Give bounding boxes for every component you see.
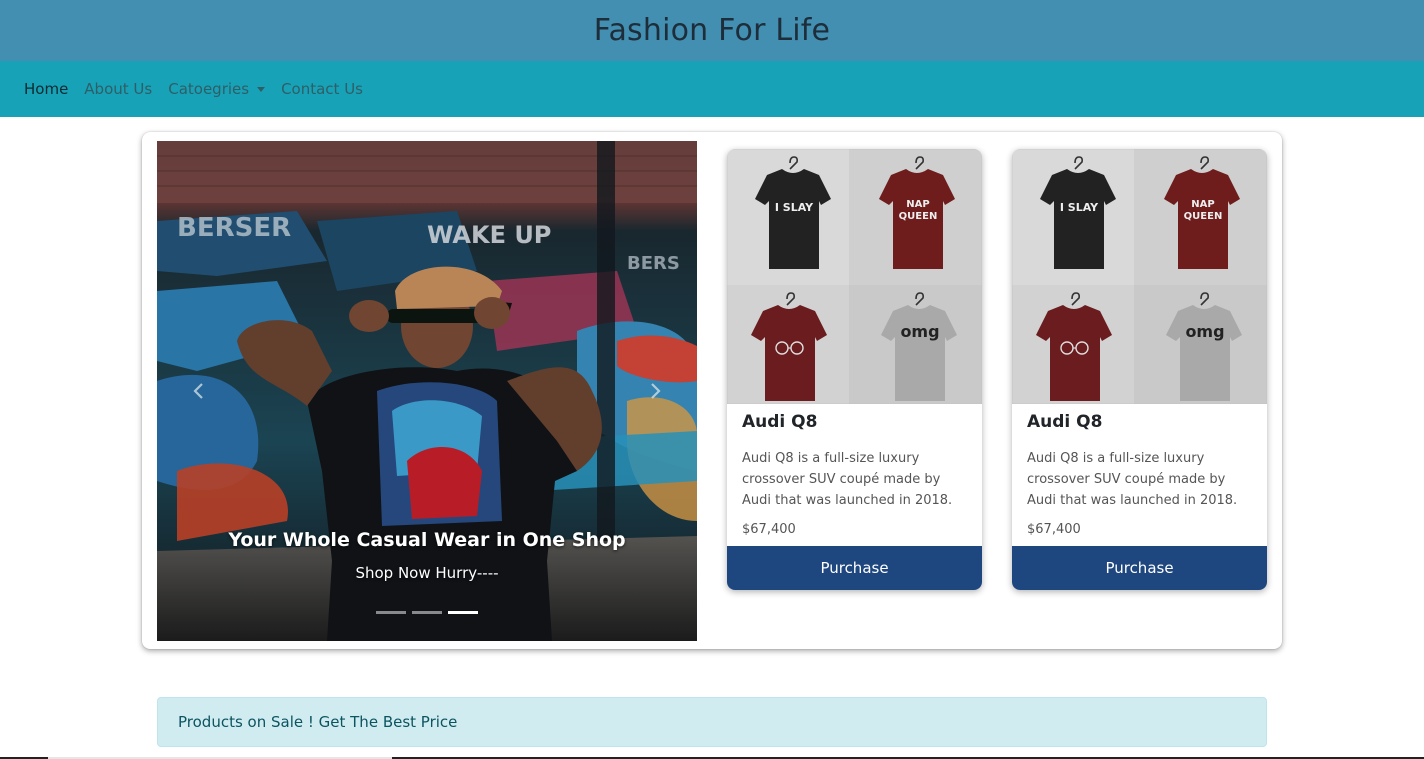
- site-title: Fashion For Life: [593, 13, 831, 48]
- card-description: Audi Q8 is a full-size luxury crossover …: [742, 451, 953, 508]
- purchase-button[interactable]: Purchase: [727, 546, 982, 590]
- shirt-print-3: QUEEN: [1184, 211, 1223, 222]
- hero-carousel[interactable]: BERSER WAKE UP BERS Your Whole Casual We…: [157, 141, 697, 641]
- product-image: I SLAY NAP QUEEN omg: [727, 149, 982, 404]
- carousel-caption-title: Your Whole Casual Wear in One Shop: [228, 529, 626, 551]
- carousel-prev-button[interactable]: [187, 377, 209, 405]
- card-title: Audi Q8: [1027, 412, 1103, 432]
- shirt-print-2: NAP: [1191, 199, 1214, 210]
- shirt-print-1: I SLAY: [775, 201, 814, 214]
- nav-home[interactable]: Home: [24, 80, 68, 98]
- product-card: I SLAY NAP QUEEN omg Audi Q8 Audi Q8 is …: [1012, 149, 1267, 590]
- carousel-indicator-3[interactable]: [448, 611, 478, 614]
- shirt-print-2: NAP: [906, 199, 929, 210]
- sale-alert: Products on Sale ! Get The Best Price: [157, 697, 1267, 747]
- shirt-print-1: I SLAY: [1060, 201, 1099, 214]
- carousel-indicator-1[interactable]: [376, 611, 406, 614]
- nav-about[interactable]: About Us: [84, 80, 152, 98]
- shirt-print-4: omg: [1185, 322, 1224, 341]
- product-image: I SLAY NAP QUEEN omg: [1012, 149, 1267, 404]
- product-card: I SLAY NAP QUEEN omg Audi Q8 Audi Q8 is …: [727, 149, 982, 590]
- chevron-right-icon: [651, 383, 661, 399]
- site-header: Fashion For Life: [0, 0, 1424, 61]
- carousel-next-button[interactable]: [645, 377, 667, 405]
- chevron-left-icon: [193, 383, 203, 399]
- main-navbar: Home About Us Catoegries Contact Us: [0, 61, 1424, 117]
- card-title: Audi Q8: [742, 412, 818, 432]
- card-price: $67,400: [742, 522, 796, 537]
- carousel-indicators: [157, 611, 697, 614]
- nav-categories-label: Catoegries: [168, 80, 250, 98]
- shirt-print-4: omg: [900, 322, 939, 341]
- shirt-print-3: QUEEN: [899, 211, 938, 222]
- featured-panel: BERSER WAKE UP BERS Your Whole Casual We…: [142, 132, 1282, 649]
- carousel-caption-text: Shop Now Hurry----: [355, 564, 499, 582]
- card-price: $67,400: [1027, 522, 1081, 537]
- dropdown-caret-icon: [257, 86, 266, 92]
- purchase-button[interactable]: Purchase: [1012, 546, 1267, 590]
- card-description: Audi Q8 is a full-size luxury crossover …: [1027, 451, 1238, 508]
- nav-categories-dropdown[interactable]: Catoegries: [168, 80, 266, 98]
- nav-contact[interactable]: Contact Us: [281, 80, 363, 98]
- carousel-indicator-2[interactable]: [412, 611, 442, 614]
